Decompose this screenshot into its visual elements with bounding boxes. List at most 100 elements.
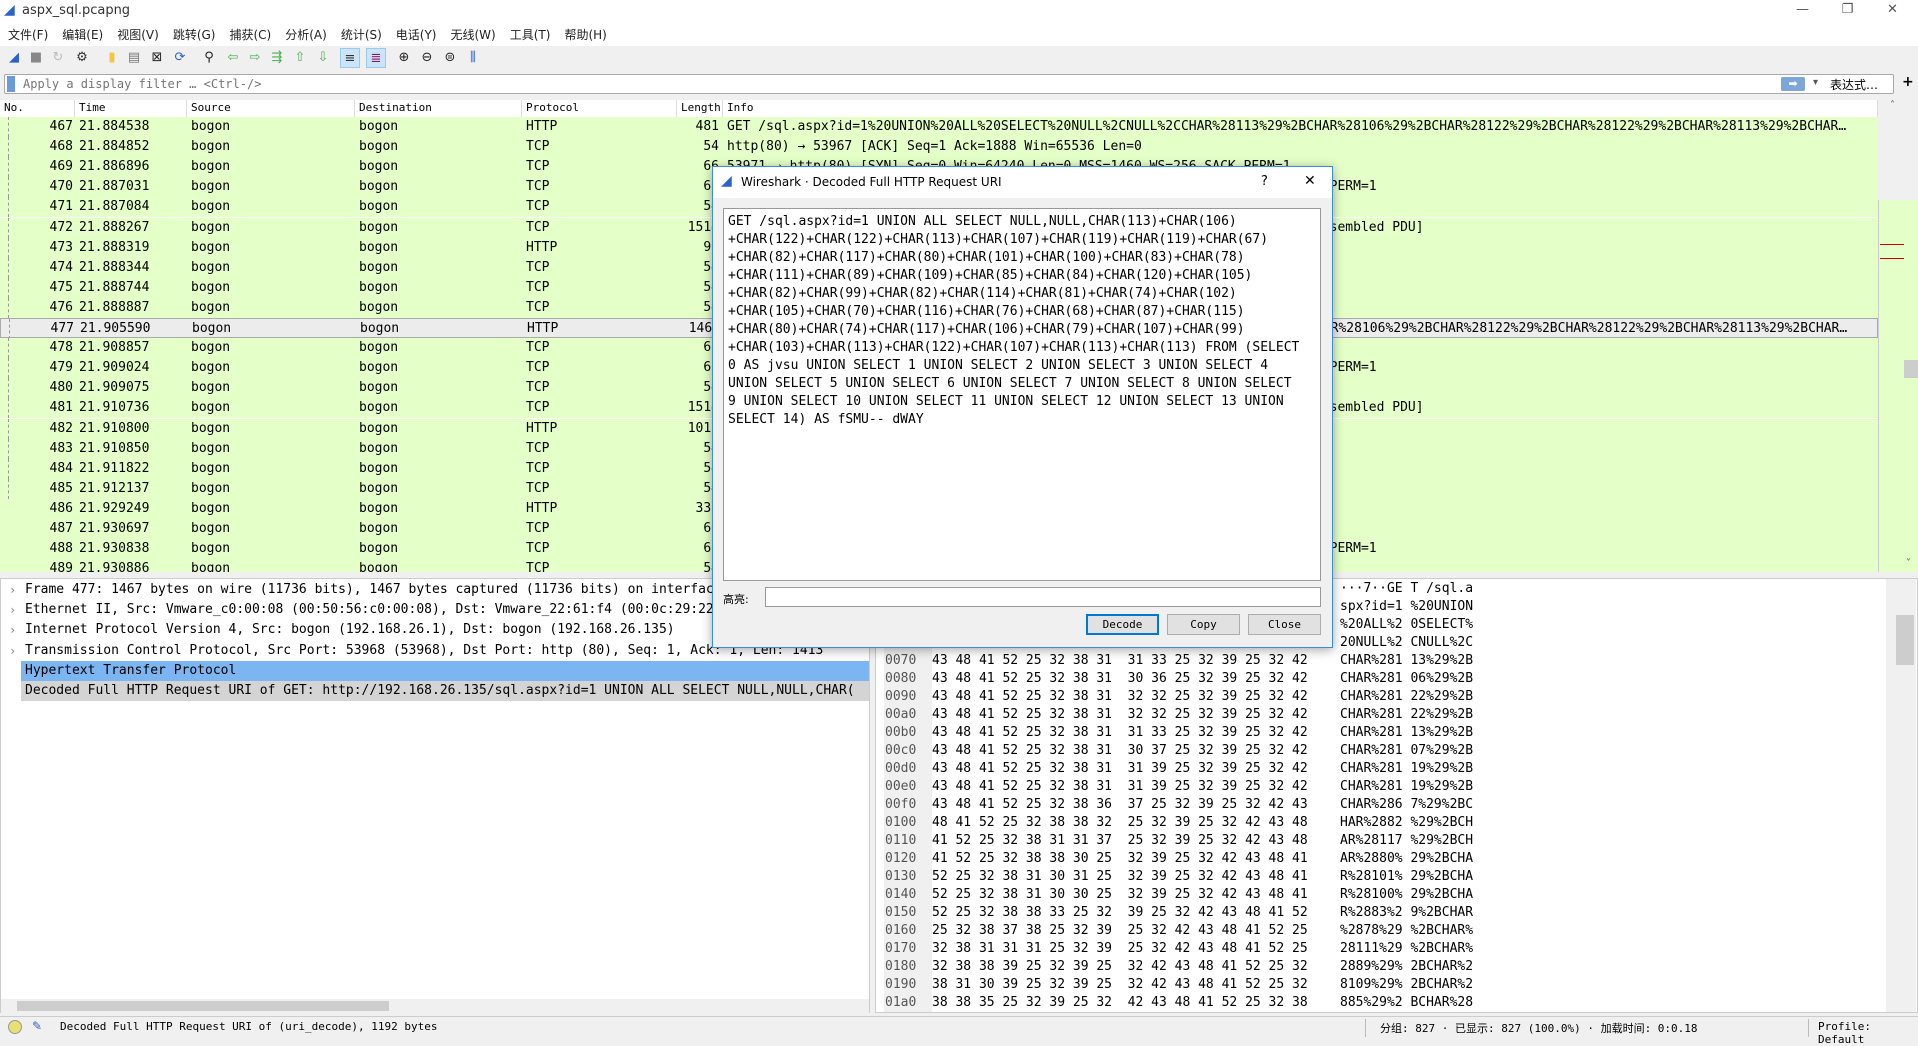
hex-bytes[interactable]: 43 48 41 52 25 32 38 31 31 33 25 32 39 2… — [932, 652, 1308, 670]
hex-ascii[interactable]: 28111%29 %2BCHAR% — [1340, 940, 1473, 958]
scrollbar-thumb[interactable] — [1896, 615, 1914, 665]
colorize-icon[interactable]: ≣ — [366, 48, 386, 68]
column-header-destination[interactable]: Destination — [355, 100, 522, 117]
normal-size-icon[interactable]: ⊜ — [440, 48, 460, 68]
detail-row[interactable]: ›Hypertext Transfer Protocol — [21, 660, 869, 681]
hex-ascii[interactable]: 20NULL%2 CNULL%2C — [1340, 634, 1473, 652]
hex-ascii[interactable]: 8109%29% 2BCHAR%2 — [1340, 976, 1473, 994]
hex-ascii[interactable]: CHAR%281 13%29%2B — [1340, 724, 1473, 742]
profile-label[interactable]: Profile: Default — [1818, 1020, 1918, 1046]
hex-ascii[interactable]: ···7··GE T /sql.a — [1340, 580, 1473, 598]
close-button[interactable]: Close — [1248, 614, 1321, 635]
column-header-info[interactable]: Info — [723, 100, 1878, 117]
menu-item[interactable]: 帮助(H) — [564, 26, 606, 43]
hex-ascii[interactable]: R%28101% 29%2BCHA — [1340, 868, 1473, 886]
menu-item[interactable]: 工具(T) — [510, 26, 551, 43]
resize-columns-icon[interactable]: ⫼ — [463, 48, 483, 68]
menu-item[interactable]: 分析(A) — [285, 26, 327, 43]
hex-ascii[interactable]: R%28100% 29%2BCHA — [1340, 886, 1473, 904]
column-header-protocol[interactable]: Protocol — [522, 100, 677, 117]
column-header-length[interactable]: Length — [677, 100, 723, 117]
hex-ascii[interactable]: %2878%29 %2BCHAR% — [1340, 922, 1473, 940]
hex-bytes[interactable]: 25 32 38 37 38 25 32 39 25 32 42 43 48 4… — [932, 922, 1308, 940]
last-packet-icon[interactable]: ⇩ — [313, 48, 333, 68]
hex-ascii[interactable]: 885%29%2 BCHAR%28 — [1340, 994, 1473, 1012]
edit-comment-icon[interactable]: ✎ — [32, 1019, 42, 1033]
scrollbar-thumb[interactable] — [17, 1001, 389, 1011]
go-forward-icon[interactable]: ⇨ — [245, 48, 265, 68]
detail-row[interactable]: Decoded Full HTTP Request URI of GET: ht… — [21, 681, 869, 701]
hex-bytes[interactable]: 32 38 31 31 31 25 32 39 25 32 42 43 48 4… — [932, 940, 1308, 958]
hex-ascii[interactable]: %20ALL%2 0SELECT% — [1340, 616, 1473, 634]
dialog-close-icon[interactable]: ✕ — [1304, 173, 1316, 189]
open-file-icon[interactable]: ▮ — [102, 48, 122, 68]
column-header-no[interactable]: No. — [0, 100, 75, 117]
hex-ascii[interactable]: R%2883%2 9%2BCHAR — [1340, 904, 1473, 922]
hex-bytes[interactable]: 38 31 30 39 25 32 39 25 32 42 43 48 41 5… — [932, 976, 1308, 994]
capture-options-icon[interactable]: ⚙ — [72, 48, 92, 68]
hex-ascii[interactable]: CHAR%281 13%29%2B — [1340, 652, 1473, 670]
column-header-time[interactable]: Time — [75, 100, 187, 117]
hex-bytes[interactable]: 43 48 41 52 25 32 38 31 31 33 25 32 39 2… — [932, 724, 1308, 742]
hex-ascii[interactable]: AR%2880% 29%2BCHA — [1340, 850, 1473, 868]
menu-item[interactable]: 文件(F) — [8, 26, 48, 43]
packet-list-scrollbar[interactable]: ˄ ˅ — [1878, 100, 1918, 572]
menu-item[interactable]: 编辑(E) — [62, 26, 103, 43]
hex-bytes[interactable]: 32 38 38 39 25 32 39 25 32 42 43 48 41 5… — [932, 958, 1308, 976]
hex-bytes[interactable]: 43 48 41 52 25 32 38 36 37 25 32 39 25 3… — [932, 796, 1308, 814]
hex-bytes[interactable]: 43 48 41 52 25 32 38 31 31 39 25 32 39 2… — [932, 778, 1308, 796]
go-back-icon[interactable]: ⇦ — [223, 48, 243, 68]
add-filter-button[interactable]: + — [1902, 74, 1914, 90]
maximize-button[interactable]: ❐ — [1825, 0, 1870, 22]
hex-bytes[interactable]: 43 48 41 52 25 32 38 31 30 36 25 32 39 2… — [932, 670, 1308, 688]
expand-chevron-icon[interactable]: › — [9, 580, 16, 600]
hex-bytes[interactable]: 41 52 25 32 38 31 31 37 25 32 39 25 32 4… — [932, 832, 1308, 850]
hex-bytes[interactable]: 43 48 41 52 25 32 38 31 32 32 25 32 39 2… — [932, 688, 1308, 706]
decode-button[interactable]: Decode — [1086, 614, 1159, 635]
hex-bytes[interactable]: 52 25 32 38 31 30 30 25 32 39 25 32 42 4… — [932, 886, 1308, 904]
filter-history-dropdown-icon[interactable]: ▾ — [1813, 77, 1818, 88]
hex-ascii[interactable]: CHAR%281 07%29%2B — [1340, 742, 1473, 760]
menu-item[interactable]: 统计(S) — [341, 26, 382, 43]
bookmark-icon[interactable] — [7, 76, 15, 92]
shark-fin-start-icon[interactable]: ◢ — [4, 48, 24, 68]
hex-bytes[interactable]: 48 41 52 25 32 38 38 32 25 32 39 25 32 4… — [932, 814, 1308, 832]
hex-ascii[interactable]: HAR%2882 %29%2BCH — [1340, 814, 1473, 832]
expert-info-icon[interactable] — [8, 1020, 22, 1034]
display-filter-input[interactable] — [23, 76, 1783, 92]
hex-bytes[interactable]: 38 38 35 25 32 39 25 32 42 43 48 41 52 2… — [932, 994, 1308, 1012]
menu-item[interactable]: 捕获(C) — [229, 26, 271, 43]
zoom-out-icon[interactable]: ⊖ — [417, 48, 437, 68]
hex-bytes[interactable]: 43 48 41 52 25 32 38 31 31 39 25 32 39 2… — [932, 760, 1308, 778]
highlight-input[interactable] — [765, 587, 1321, 607]
expand-chevron-icon[interactable]: › — [9, 641, 16, 661]
reload-icon[interactable]: ⟳ — [170, 48, 190, 68]
hex-bytes[interactable]: 52 25 32 38 31 30 31 25 32 39 25 32 42 4… — [932, 868, 1308, 886]
stop-icon[interactable]: ■ — [26, 48, 46, 68]
hex-ascii[interactable]: CHAR%281 06%29%2B — [1340, 670, 1473, 688]
bytes-scrollbar[interactable] — [1886, 579, 1916, 1012]
hex-ascii[interactable]: CHAR%281 22%29%2B — [1340, 706, 1473, 724]
hex-ascii[interactable]: CHAR%281 19%29%2B — [1340, 760, 1473, 778]
find-packet-icon[interactable]: ⚲ — [199, 48, 219, 68]
expand-chevron-icon[interactable]: › — [9, 620, 16, 640]
hex-ascii[interactable]: AR%28117 %29%2BCH — [1340, 832, 1473, 850]
hex-bytes[interactable]: 43 48 41 52 25 32 38 31 30 37 25 32 39 2… — [932, 742, 1308, 760]
packet-row[interactable]: 467 21.884538 bogon bogon HTTP 481 GET /sql.as… — [0, 117, 1878, 137]
menu-item[interactable]: 跳转(G) — [173, 26, 216, 43]
decoded-uri-text[interactable]: GET /sql.aspx?id=1 UNION ALL SELECT NULL… — [723, 208, 1321, 581]
hex-ascii[interactable]: CHAR%281 19%29%2B — [1340, 778, 1473, 796]
hex-ascii[interactable]: spx?id=1 %20UNION — [1340, 598, 1473, 616]
hex-bytes[interactable]: 41 52 25 32 38 38 30 25 32 39 25 32 42 4… — [932, 850, 1308, 868]
first-packet-icon[interactable]: ⇧ — [290, 48, 310, 68]
apply-filter-arrow-icon[interactable]: ➡ — [1781, 77, 1805, 91]
restart-icon[interactable]: ↻ — [48, 48, 68, 68]
close-window-button[interactable]: ✕ — [1870, 0, 1915, 22]
details-horizontal-scrollbar[interactable] — [1, 999, 869, 1013]
menu-item[interactable]: 电话(Y) — [396, 26, 437, 43]
copy-button[interactable]: Copy — [1167, 614, 1240, 635]
close-file-icon[interactable]: ⊠ — [147, 48, 167, 68]
hex-ascii[interactable]: 2889%29% 2BCHAR%2 — [1340, 958, 1473, 976]
expand-chevron-icon[interactable]: › — [9, 600, 16, 620]
hex-bytes[interactable]: 52 25 32 38 38 33 25 32 39 25 32 42 43 4… — [932, 904, 1308, 922]
